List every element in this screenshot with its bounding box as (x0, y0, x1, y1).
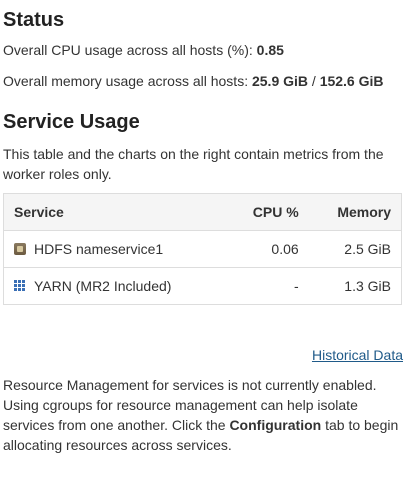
historical-data-link[interactable]: Historical Data (312, 347, 403, 363)
memory-used-value: 25.9 GiB (251, 73, 309, 89)
service-cell: HDFS nameservice1 (3, 230, 227, 268)
service-usage-heading: Service Usage (3, 111, 140, 133)
memory-separator: / (311, 73, 316, 89)
cpu-cell: - (226, 267, 309, 305)
column-header-service[interactable]: Service (3, 193, 227, 231)
service-name[interactable]: HDFS nameservice1 (34, 241, 163, 257)
service-name[interactable]: YARN (MR2 Included) (34, 278, 171, 294)
resource-management-note: Resource Management for services is not … (3, 375, 401, 455)
table-row: YARN (MR2 Included) - 1.3 GiB (3, 267, 402, 305)
cpu-usage-label: Overall CPU usage across all hosts (%): (3, 42, 253, 58)
service-usage-description: This table and the charts on the right c… (3, 146, 384, 182)
cpu-usage-value: 0.85 (256, 42, 284, 58)
cpu-cell: 0.06 (226, 230, 309, 268)
configuration-keyword: Configuration (229, 417, 322, 433)
memory-usage-label: Overall memory usage across all hosts: (3, 73, 249, 89)
table-header-row: Service CPU % Memory (3, 193, 402, 231)
column-header-memory[interactable]: Memory (308, 193, 402, 231)
memory-total-value: 152.6 GiB (319, 73, 384, 89)
column-header-cpu[interactable]: CPU % (226, 193, 309, 231)
memory-cell: 2.5 GiB (308, 230, 402, 268)
service-usage-table: Service CPU % Memory HDFS nameservice1 0… (3, 193, 402, 305)
memory-cell: 1.3 GiB (308, 267, 402, 305)
memory-usage-line: Overall memory usage across all hosts: 2… (3, 72, 384, 90)
status-heading: Status (3, 9, 65, 31)
table-row: HDFS nameservice1 0.06 2.5 GiB (3, 230, 402, 268)
yarn-icon (14, 280, 26, 292)
cpu-usage-line: Overall CPU usage across all hosts (%): … (3, 41, 284, 59)
service-cell: YARN (MR2 Included) (3, 267, 227, 305)
hdfs-icon (14, 243, 26, 255)
